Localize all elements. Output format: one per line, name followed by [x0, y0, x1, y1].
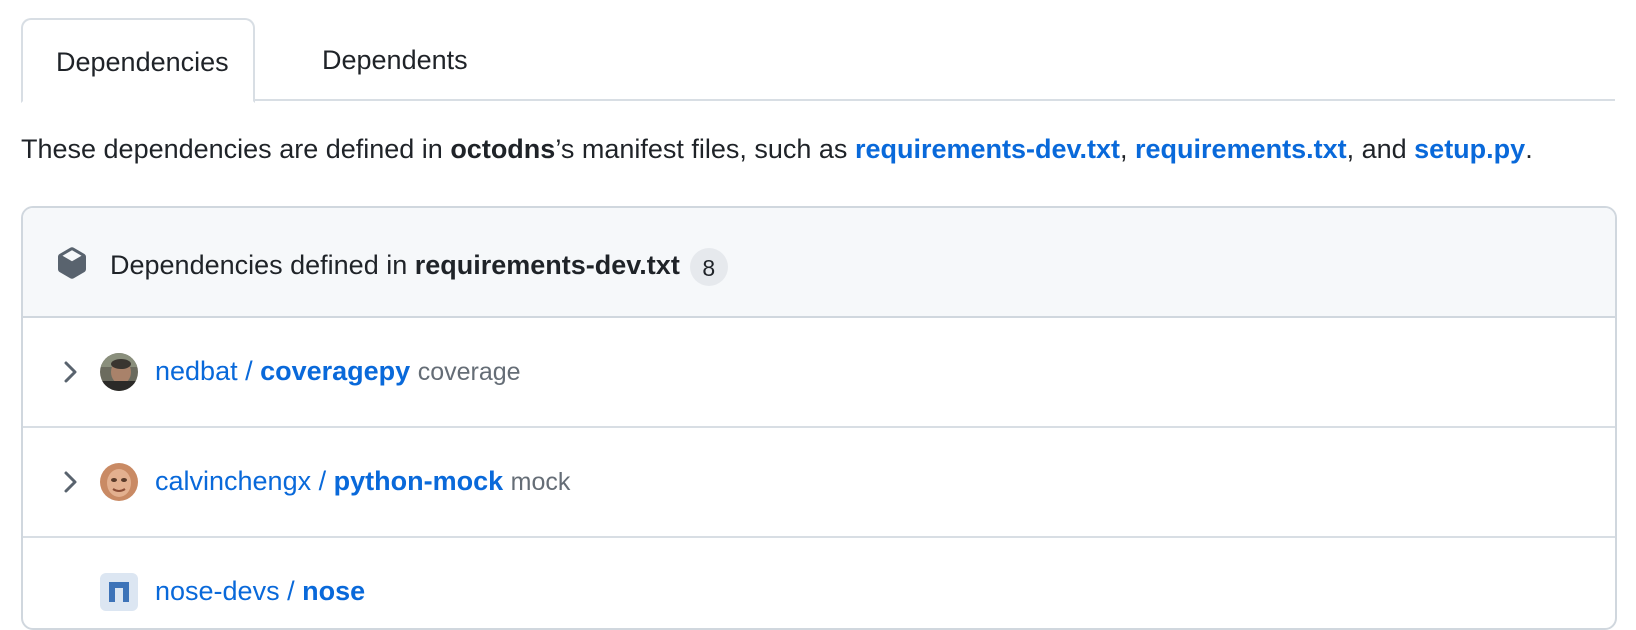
dependency-box-title: Dependencies defined in requirements-dev… [110, 248, 728, 286]
dependency-row: nose-devs / nose [23, 538, 1615, 628]
intro-middle: ’s manifest files, such as [555, 134, 855, 164]
tab-dependencies[interactable]: Dependencies [21, 18, 255, 103]
chevron-right-icon[interactable] [61, 468, 81, 496]
intro-and: , and [1346, 134, 1415, 164]
intro-prefix: These dependencies are defined in [21, 134, 451, 164]
manifest-link-requirements-dev[interactable]: requirements-dev.txt [855, 134, 1120, 164]
dependency-text: calvinchengx / python-mock mock [155, 466, 570, 497]
header-label: Dependencies defined in [110, 250, 415, 281]
path-separator: / [279, 576, 303, 606]
dependency-repo-link[interactable]: coveragepy [260, 356, 410, 386]
avatar[interactable] [100, 463, 138, 501]
path-separator: / [237, 356, 261, 386]
manifest-link-requirements[interactable]: requirements.txt [1135, 134, 1347, 164]
dependency-row: nedbat / coveragepy coverage [23, 318, 1615, 428]
dependency-repo-link[interactable]: python-mock [334, 466, 504, 496]
manifest-link-setup-py[interactable]: setup.py [1414, 134, 1525, 164]
dependency-owner-link[interactable]: nedbat [155, 356, 238, 386]
avatar[interactable] [100, 353, 138, 391]
dependency-row: calvinchengx / python-mock mock [23, 428, 1615, 538]
header-file-name: requirements-dev.txt [414, 250, 680, 281]
dependency-repo-link[interactable]: nose [302, 576, 365, 606]
package-icon [58, 247, 86, 279]
avatar[interactable] [100, 573, 138, 611]
intro-end: . [1525, 134, 1533, 164]
intro-comma: , [1120, 134, 1136, 164]
tab-bar: Dependencies Dependents [21, 18, 1615, 103]
dependency-box: Dependencies defined in requirements-dev… [21, 206, 1617, 630]
dependency-box-header: Dependencies defined in requirements-dev… [23, 208, 1615, 318]
dependency-package-name: coverage [417, 358, 521, 386]
dependency-owner-link[interactable]: calvinchengx [155, 466, 311, 496]
intro-repo-name: octodns [450, 134, 556, 164]
chevron-right-icon[interactable] [61, 358, 81, 386]
dependency-package-name: mock [510, 468, 571, 496]
manifest-description: These dependencies are defined in octodn… [21, 134, 1533, 165]
tab-dependents[interactable]: Dependents [289, 18, 501, 99]
dependency-owner-link[interactable]: nose-devs [155, 576, 280, 606]
dependency-text: nedbat / coveragepy coverage [155, 356, 521, 387]
path-separator: / [311, 466, 334, 496]
dependency-text: nose-devs / nose [155, 576, 365, 607]
dependency-count-badge: 8 [689, 248, 728, 286]
